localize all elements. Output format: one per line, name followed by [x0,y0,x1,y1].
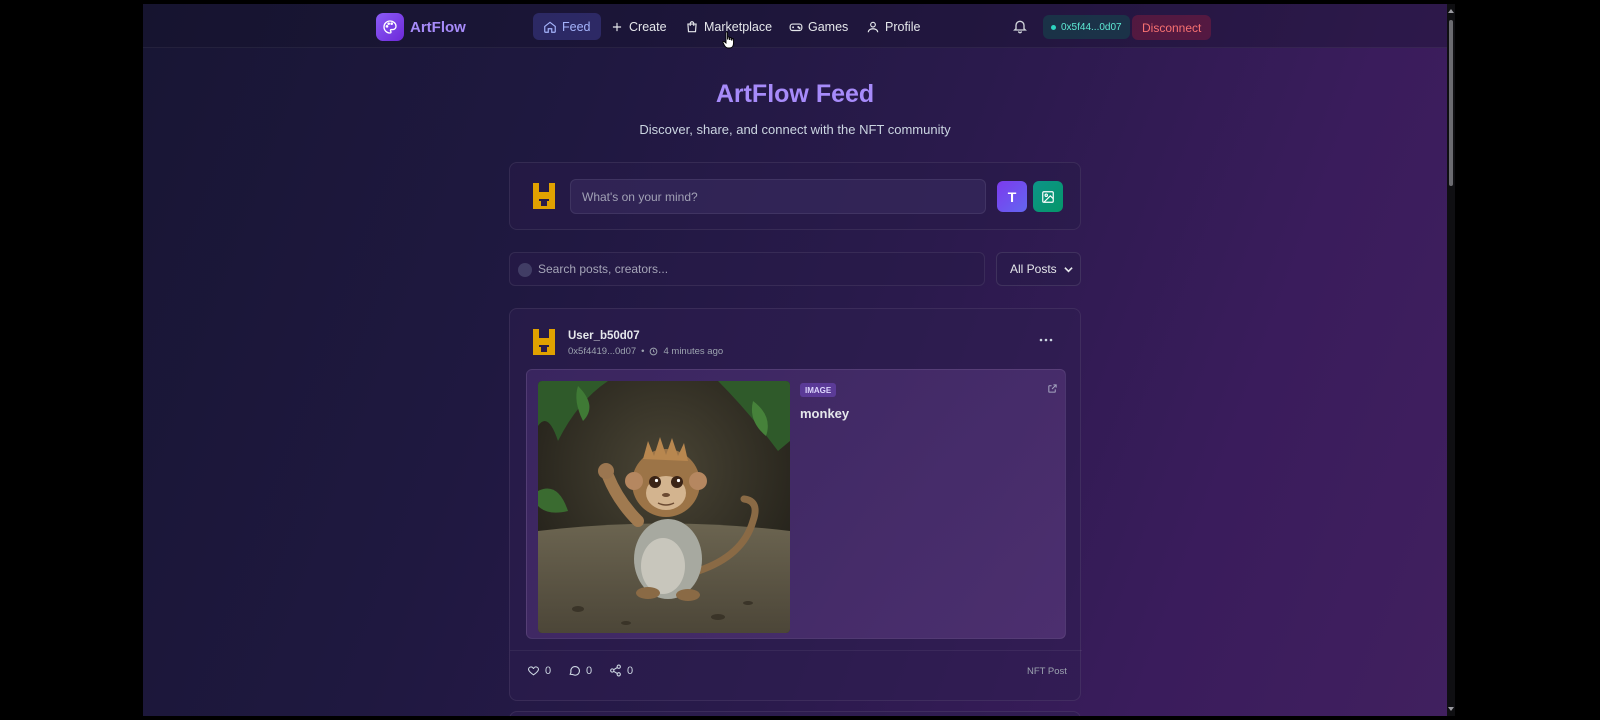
nav-feed-label: Feed [562,19,591,34]
search-input[interactable] [538,253,978,285]
post-filter-value: All Posts [1010,262,1057,276]
browser-viewport: ArtFlow Feed Create Marketplace Games Pr… [143,4,1455,716]
nft-card[interactable]: IMAGE monkey [526,369,1066,639]
brand-name: ArtFlow [410,18,466,36]
wallet-address: 0x5f44...0d07 [1061,21,1122,33]
nft-title: monkey [800,406,850,421]
scroll-down-arrow-icon[interactable] [1448,706,1454,712]
scrollbar[interactable] [1447,4,1455,716]
share-button[interactable]: 0 [609,664,633,677]
post-address: 0x5f4419...0d07 [568,346,637,357]
next-feed-post [509,711,1081,716]
more-options-icon[interactable] [1038,335,1054,345]
post-meta: 0x5f4419...0d07 • 4 minutes ago [568,346,723,357]
home-icon [544,21,556,33]
feed-post: User_b50d07 0x5f4419...0d07 • 4 minutes … [509,308,1082,701]
nav-create-label: Create [629,19,667,34]
post-username[interactable]: User_b50d07 [568,330,640,342]
user-icon [867,21,879,32]
comment-count: 0 [586,664,593,677]
search-icon [518,263,532,277]
nav-profile-label: Profile [885,19,921,34]
post-type-badge: IMAGE [800,383,837,397]
share-count: 0 [627,664,634,677]
clock-icon [650,347,658,356]
post-time: 4 minutes ago [663,346,724,357]
post-composer: T [509,162,1081,230]
external-link-icon[interactable] [1047,383,1058,394]
plus-icon [612,22,622,31]
nav-profile[interactable]: Profile [856,13,930,40]
post-tag: NFT Post [1027,666,1067,677]
share-icon [610,664,621,677]
nav-games[interactable]: Games [779,13,858,40]
nav-marketplace-label: Marketplace [704,19,773,34]
nav-create[interactable]: Create [600,13,677,40]
nft-image[interactable] [538,381,790,633]
meta-separator: • [641,346,645,357]
image-post-button[interactable] [1033,181,1063,212]
comment-button[interactable]: 0 [568,664,592,677]
composer-input[interactable] [570,179,986,214]
scrollbar-thumb[interactable] [1449,20,1453,186]
comment-icon [569,666,580,676]
like-count: 0 [545,664,552,677]
shopping-bag-icon [687,20,697,32]
scroll-up-arrow-icon[interactable] [1448,8,1454,14]
page-title: ArtFlow Feed [715,80,875,108]
gamepad-icon [789,23,803,31]
post-author-avatar-icon[interactable] [527,325,561,359]
disconnect-button[interactable]: Disconnect [1132,15,1212,40]
chevron-down-icon [1064,267,1073,273]
mouse-cursor-icon [722,31,734,49]
nav-feed[interactable]: Feed [533,13,601,40]
heart-icon [528,666,539,676]
post-filter-select[interactable]: All Posts [996,252,1081,286]
image-icon [1042,190,1054,203]
like-button[interactable]: 0 [527,664,551,677]
connected-dot-icon [1051,24,1056,30]
palette-icon [376,13,404,41]
user-avatar-icon[interactable] [527,179,561,213]
brand[interactable]: ArtFlow [376,13,466,41]
nav-games-label: Games [808,19,849,34]
search-bar [509,252,985,286]
text-post-button[interactable]: T [997,181,1027,212]
post-divider [510,650,1082,651]
page-subtitle: Discover, share, and connect with the NF… [639,122,951,137]
bell-icon[interactable] [1012,18,1028,34]
wallet-address-badge[interactable]: 0x5f44...0d07 [1043,15,1130,39]
top-navbar: ArtFlow Feed Create Marketplace Games Pr… [143,4,1447,48]
